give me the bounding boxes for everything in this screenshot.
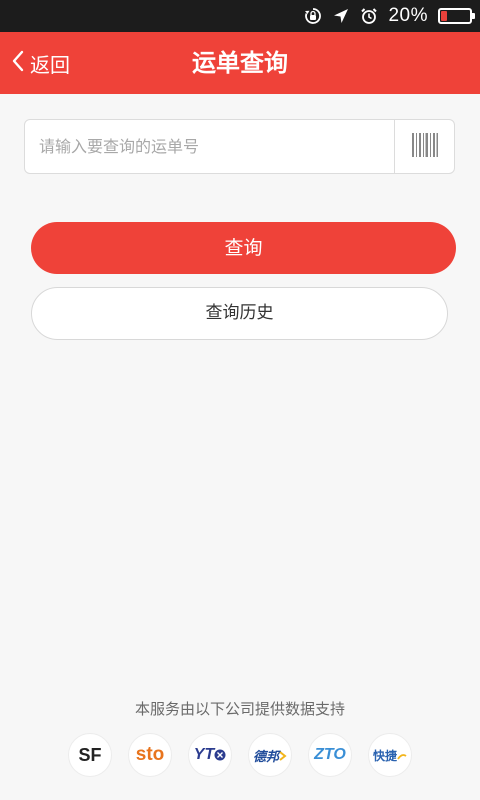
page-title: 运单查询 (192, 49, 288, 77)
carrier-logo-text: 德邦 (252, 748, 279, 764)
deppon-arrow-icon (279, 746, 287, 765)
fast-express-swoosh-icon (397, 746, 407, 765)
waybill-number-input[interactable] (25, 120, 394, 173)
carrier-logo-sf[interactable]: SF (68, 733, 112, 777)
data-support-note: 本服务由以下公司提供数据支持 (134, 700, 345, 718)
location-arrow-icon (332, 7, 350, 25)
status-bar: 20% (0, 0, 480, 32)
carrier-logo-text: ZTO (314, 746, 346, 763)
alarm-clock-icon (360, 7, 378, 25)
carrier-logos: SF sto YT 德邦 ZTO 快捷 (0, 733, 480, 777)
carrier-logo-text: SF (78, 744, 102, 765)
waybill-search-box (24, 119, 455, 174)
carrier-logo-text: sto (135, 744, 165, 765)
back-button-label: 返回 (30, 52, 70, 77)
carrier-logo-fast-express[interactable]: 快捷 (368, 733, 412, 777)
carrier-logo-yto[interactable]: YT (188, 733, 232, 777)
battery-percent: 20% (388, 5, 428, 26)
barcode-icon (411, 132, 438, 161)
carrier-logo-text: YT (193, 746, 215, 763)
orientation-lock-icon (304, 7, 322, 25)
query-button[interactable]: 查询 (31, 222, 456, 274)
nav-bar: 返回 运单查询 (0, 32, 480, 94)
carrier-logo-sto[interactable]: sto (128, 733, 172, 777)
yto-circle-mark-icon (214, 746, 226, 765)
chevron-left-icon (10, 49, 26, 77)
status-indicators: 20% (304, 0, 475, 32)
carrier-logo-text: 快捷 (372, 748, 397, 763)
query-history-button[interactable]: 查询历史 (31, 287, 448, 340)
battery-icon (438, 8, 475, 24)
scan-barcode-button[interactable] (394, 120, 454, 173)
back-button[interactable]: 返回 (10, 32, 70, 94)
carrier-logo-deppon[interactable]: 德邦 (248, 733, 292, 777)
battery-level-fill (441, 11, 447, 21)
carrier-logo-zto[interactable]: ZTO (308, 733, 352, 777)
